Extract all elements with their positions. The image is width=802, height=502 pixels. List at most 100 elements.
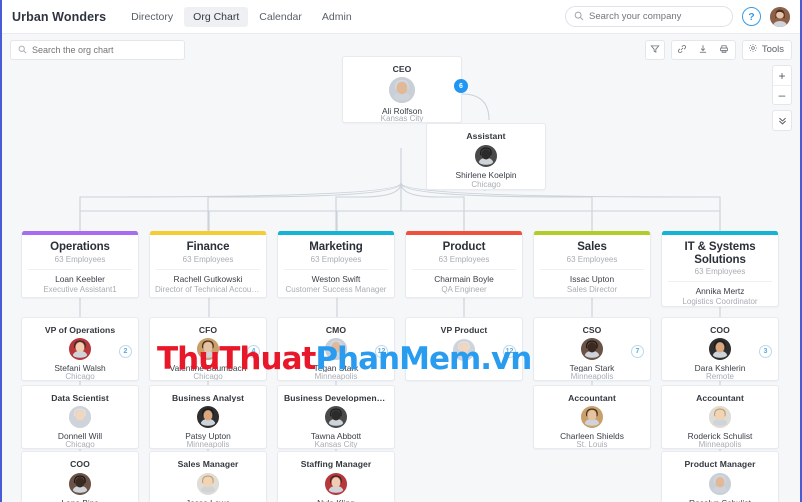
global-search[interactable]	[565, 6, 733, 27]
department-body: Finance 63 Employees	[150, 235, 266, 264]
department-lead-name: Charmain Boyle	[434, 273, 494, 284]
node-location: Kansas City	[314, 439, 358, 448]
node-location: Minneapolis	[186, 439, 230, 448]
node-person-name: Dara Kshlerin	[694, 362, 746, 372]
node-avatar	[69, 405, 91, 428]
department-lead-role: Director of Technical Account ...	[155, 284, 261, 294]
org-node-cmo[interactable]: CMO Tegan Stark Minneapolis 12	[277, 317, 395, 381]
node-avatar	[197, 337, 219, 360]
department-node-it-systems-solutions[interactable]: IT & Systems Solutions 63 Employees Annika…	[661, 231, 779, 308]
org-node-product-manager[interactable]: Product Manager Rosalyn Schulist	[661, 451, 779, 502]
node-report-count-badge[interactable]: 12	[375, 345, 388, 358]
node-title: Business Development Mana...	[284, 393, 394, 402]
department-lead-role: Executive Assistant1	[43, 284, 117, 294]
node-location: Remote	[705, 371, 734, 380]
department-lead: Issac Upton Sales Director	[534, 270, 650, 294]
print-button[interactable]	[714, 41, 735, 59]
node-avatar	[325, 337, 347, 360]
node-avatar	[197, 473, 219, 495]
filter-button[interactable]	[644, 39, 665, 60]
link-icon	[677, 41, 687, 59]
department-lead-role: Sales Director	[566, 284, 618, 294]
org-node-vp-product[interactable]: VP Product 12	[405, 317, 523, 381]
node-location: Minneapolis	[314, 371, 358, 380]
org-node-sales-manager[interactable]: Sales Manager Jesse Lowe	[149, 451, 267, 502]
link-button[interactable]	[672, 41, 693, 59]
department-node-operations[interactable]: Operations 63 Employees Loan Keebler Execut…	[21, 231, 139, 298]
nav-items: Directory Org Chart Calendar Admin	[122, 6, 361, 27]
org-node-cso[interactable]: CSO Tegan Stark Minneapolis 7	[533, 317, 651, 381]
collapse-group	[772, 110, 792, 131]
node-person-name: Tawna Abbott	[310, 430, 362, 440]
department-name: Sales	[577, 241, 607, 253]
node-title: Accountant	[696, 393, 744, 402]
department-node-sales[interactable]: Sales 63 Employees Issac Upton Sales Direct…	[533, 231, 651, 298]
tools-button[interactable]: Tools	[741, 39, 792, 60]
org-node-cfo[interactable]: CFO Valentine Baumbach Chicago 4	[149, 317, 267, 381]
org-node-coo[interactable]: COO Dara Kshlerin Remote 3	[661, 317, 779, 381]
nav-item-admin[interactable]: Admin	[313, 7, 361, 27]
org-chart-search[interactable]	[10, 39, 185, 60]
gear-icon	[748, 43, 758, 56]
node-report-count-badge[interactable]: 3	[759, 345, 772, 358]
department-employee-count: 63 Employees	[54, 254, 106, 264]
node-avatar	[709, 337, 731, 360]
department-body: Marketing 63 Employees	[278, 235, 394, 264]
node-report-count-badge[interactable]: 12	[503, 345, 516, 358]
node-title: CFO	[198, 325, 218, 334]
node-location: Chicago	[471, 180, 501, 189]
node-report-count-badge[interactable]: 6	[454, 79, 468, 93]
department-lead-name: Weston Swift	[311, 273, 361, 284]
toolbar-right: Tools	[644, 39, 792, 60]
department-lead-role: Customer Success Manager	[285, 284, 387, 294]
node-location: Minneapolis	[570, 371, 614, 380]
node-report-count-badge[interactable]: 4	[247, 345, 260, 358]
node-title: Staffing Manager	[300, 459, 372, 469]
nav-item-org-chart[interactable]: Org Chart	[184, 6, 249, 27]
chart-canvas[interactable]: CEO Ali Rolfson Kansas City 6 Assistant Shi…	[0, 56, 802, 502]
org-chart-app: Urban Wonders Directory Org Chart Calendar…	[0, 0, 802, 502]
node-avatar	[581, 405, 603, 428]
node-person-name: Patsy Upton	[185, 430, 231, 440]
node-title: CSO	[582, 325, 602, 334]
node-report-count-badge[interactable]: 7	[631, 345, 644, 358]
org-node-staffing-manager[interactable]: Staffing Manager Nyla Kling	[277, 451, 395, 502]
help-icon[interactable]: ?	[742, 7, 761, 26]
node-avatar	[453, 339, 475, 361]
node-title: Product Manager	[684, 459, 756, 469]
zoom-out-button[interactable]: –	[773, 85, 791, 104]
org-node-ceo[interactable]: CEO Ali Rolfson Kansas City 6	[342, 56, 468, 123]
org-node-vp-of-operations[interactable]: VP of Operations Stefani Walsh Chicago 2	[21, 317, 139, 381]
org-node-coo[interactable]: COO Lana Bins	[21, 451, 139, 502]
department-node-product[interactable]: Product 63 Employees Charmain Boyle QA Engi…	[405, 231, 523, 298]
org-node-data-scientist[interactable]: Data Scientist Donnell Will Chicago	[21, 385, 139, 449]
node-person-name: Tegan Stark	[569, 362, 615, 372]
global-search-input[interactable]	[589, 11, 724, 22]
org-node-accountant[interactable]: Accountant Charleen Shields St. Louis	[533, 385, 651, 449]
department-lead-name: Rachell Gutkowski	[173, 273, 243, 284]
org-node-accountant[interactable]: Accountant Roderick Schulist Minneapolis	[661, 385, 779, 449]
collapse-all-button[interactable]	[773, 111, 791, 130]
org-chart-search-input[interactable]	[32, 44, 177, 55]
department-employee-count: 63 Employees	[438, 254, 490, 264]
brand-title: Urban Wonders	[12, 9, 107, 24]
node-report-count-badge[interactable]: 2	[119, 345, 132, 358]
node-title: Business Analyst	[171, 393, 245, 402]
node-avatar	[69, 473, 91, 495]
nav-item-directory[interactable]: Directory	[122, 7, 182, 27]
org-node-business-analyst[interactable]: Business Analyst Patsy Upton Minneapolis	[149, 385, 267, 449]
department-lead-role: Logistics Coordinator	[682, 297, 758, 307]
department-node-marketing[interactable]: Marketing 63 Employees Weston Swift Custome…	[277, 231, 395, 298]
avatar[interactable]	[770, 6, 790, 27]
avatar-image	[709, 337, 731, 360]
org-node-business-development-mana[interactable]: Business Development Mana... Tawna Abbot…	[277, 385, 395, 449]
zoom-in-button[interactable]: +	[773, 66, 791, 85]
nav-item-calendar[interactable]: Calendar	[250, 7, 311, 27]
node-location: Minneapolis	[698, 439, 742, 448]
node-person-name: Valentine Baumbach	[169, 362, 247, 372]
download-button[interactable]	[693, 41, 714, 59]
department-node-finance[interactable]: Finance 63 Employees Rachell Gutkowski Dire…	[149, 231, 267, 298]
avatar-image	[197, 473, 219, 495]
org-node-assistant[interactable]: Assistant Shirlene Koelpin Chicago	[426, 123, 546, 190]
department-lead-role: QA Engineer	[441, 284, 487, 294]
